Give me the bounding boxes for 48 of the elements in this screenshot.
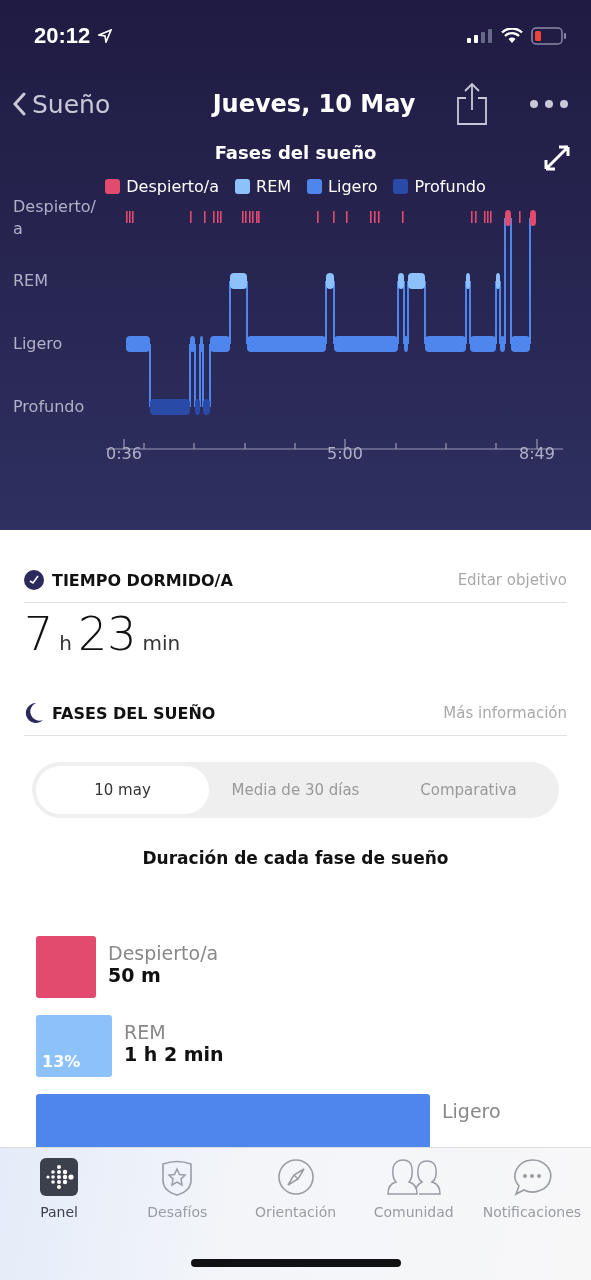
section-subtitle: Duración de cada fase de sueño [141,848,450,868]
edit-goal-link[interactable]: Editar objetivo [457,571,567,589]
axis-label: 0:36 [106,444,142,463]
stage-duration: 1 h 2 min [124,1043,224,1065]
segment-tab[interactable]: 10 may [36,766,209,814]
segment-tab[interactable]: Comparativa [382,766,555,814]
axis-label: Ligero [13,333,63,355]
chat-bubble-icon [511,1158,552,1196]
legend-label: Ligero [328,176,378,196]
axis-label: 8:49 [519,444,555,463]
tab-item[interactable]: Notificaciones [472,1158,591,1220]
sleep-duration: 7 h 23 min [24,606,182,663]
wifi-icon [501,28,523,44]
axis-label: REM [13,270,49,292]
stage-duration: 50 m [108,964,162,986]
stage-label: REM [124,1021,167,1043]
chart-title: Fases del sueño [214,141,377,163]
legend-label: REM [256,176,292,196]
axis-label: Profundo [13,396,85,418]
axis-label: 5:00 [327,444,363,463]
people-icon [385,1158,442,1196]
stage-label: Despierto/a [108,942,219,964]
axis-label: Despierto/ a [13,196,96,240]
share-icon[interactable] [456,82,488,126]
more-info-link[interactable]: Más información [443,704,567,722]
tab-item[interactable]: Desafíos [118,1158,237,1220]
back-button[interactable]: Sueño [12,89,182,119]
page-title: Jueves, 10 May [210,90,417,118]
segment-tab[interactable]: Media de 30 días [209,766,382,814]
location-arrow-icon [98,29,113,43]
tab-item[interactable]: Orientación [236,1158,355,1220]
dots-logo-icon [40,1158,79,1196]
legend-label: Profundo [414,176,486,196]
compass-icon [276,1158,315,1196]
section-heading: TIEMPO DORMIDO/A [52,570,233,590]
moon-icon [24,702,44,724]
stage-label: Ligero [442,1100,501,1122]
stage-percent: 13% [42,1052,81,1071]
more-icon[interactable] [529,99,569,109]
status-time: 20:12 [34,23,91,49]
legend-label: Despierto/a [126,176,220,196]
signal-icon [467,29,493,43]
tab-item[interactable]: Comunidad [354,1158,473,1220]
expand-icon[interactable] [543,144,571,172]
battery-icon [531,27,567,45]
chevron-left-icon [12,92,26,116]
section-heading: FASES DEL SUEÑO [52,703,216,723]
tab-item[interactable]: Panel [0,1158,119,1220]
